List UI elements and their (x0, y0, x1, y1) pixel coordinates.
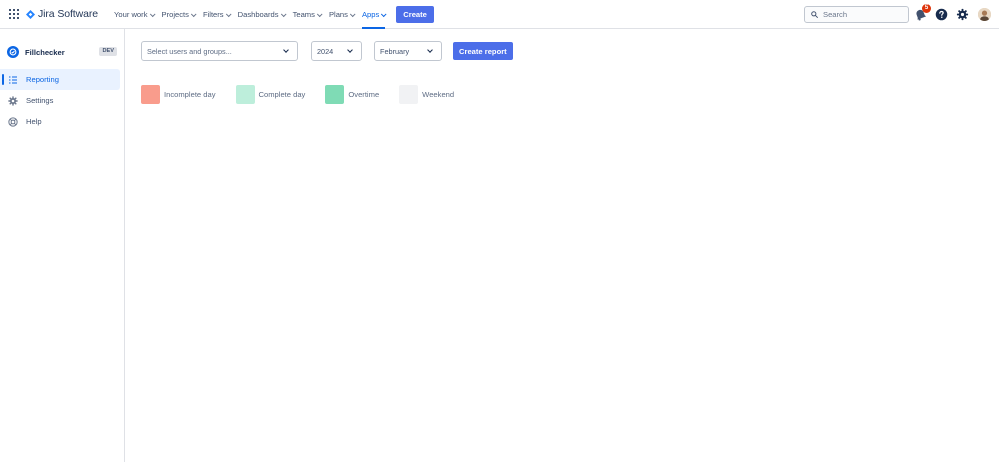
product-name: Jira Software (38, 8, 98, 20)
avatar[interactable] (978, 8, 991, 21)
month-value: February (380, 46, 410, 56)
nav-label: Projects (161, 10, 189, 19)
create-button[interactable]: Create (396, 6, 434, 23)
gear-icon (8, 95, 18, 106)
legend-item-weekend: Weekend (399, 85, 454, 104)
top-navigation: Jira Software Your work Projects Filters… (0, 0, 999, 29)
jira-logo-icon (26, 9, 35, 19)
create-report-button[interactable]: Create report (453, 42, 513, 60)
sidebar: Fillchecker DEV Reporting Settings Help (0, 29, 125, 462)
legend-swatch (325, 85, 345, 104)
legend-label: Overtime (348, 90, 380, 99)
help-icon[interactable] (935, 8, 948, 21)
nav-apps[interactable]: Apps (358, 0, 389, 29)
lifebuoy-icon (8, 116, 18, 127)
nav-label: Filters (202, 10, 224, 19)
legend-item-incomplete: Incomplete day (141, 85, 216, 104)
search-input[interactable] (823, 10, 903, 19)
legend-label: Weekend (422, 90, 455, 99)
chevron-down-icon (427, 47, 433, 53)
chevron-down-icon (149, 10, 156, 17)
sidebar-item-label: Help (26, 117, 42, 126)
jira-logo[interactable]: Jira Software (26, 7, 98, 21)
nav-plans[interactable]: Plans (325, 0, 358, 29)
legend-label: Complete day (258, 90, 306, 99)
project-header[interactable]: Fillchecker DEV (7, 45, 117, 59)
sidebar-item-label: Settings (26, 96, 54, 105)
chevron-down-icon (381, 10, 387, 17)
chevron-down-icon (316, 10, 323, 17)
legend-label: Incomplete day (164, 90, 216, 99)
sidebar-nav: Reporting Settings Help (0, 69, 124, 132)
project-check-icon (7, 46, 19, 58)
env-badge: DEV (99, 47, 117, 56)
sidebar-item-help[interactable]: Help (0, 111, 124, 132)
nav-label: Your work (114, 10, 148, 19)
legend-item-complete: Complete day (235, 85, 306, 104)
nav-projects[interactable]: Projects (158, 0, 199, 29)
nav-label: Plans (328, 10, 348, 19)
chevron-down-icon (280, 10, 287, 17)
month-select[interactable]: February (374, 41, 442, 61)
search-box[interactable] (804, 6, 909, 23)
sidebar-item-settings[interactable]: Settings (0, 90, 124, 111)
legend: Incomplete day Complete day Overtime Wee… (141, 85, 474, 104)
chevron-down-icon (190, 10, 197, 17)
chevron-down-icon (283, 47, 289, 53)
nav-your-work[interactable]: Your work (110, 0, 158, 29)
users-groups-select[interactable]: Select users and groups... (141, 41, 298, 61)
legend-swatch (399, 85, 419, 104)
list-icon (8, 75, 18, 85)
app-switcher-icon[interactable] (9, 9, 19, 19)
project-name: Fillchecker (25, 47, 65, 57)
users-groups-placeholder: Select users and groups... (147, 46, 232, 56)
chevron-down-icon (347, 47, 353, 53)
legend-swatch (235, 85, 255, 104)
nav-label: Apps (361, 10, 380, 19)
year-value: 2024 (317, 46, 334, 56)
nav-label: Dashboards (237, 10, 279, 19)
chevron-down-icon (349, 10, 356, 17)
notification-count-badge: 5 (922, 4, 931, 13)
sidebar-item-reporting[interactable]: Reporting (0, 69, 120, 90)
year-select[interactable]: 2024 (311, 41, 362, 61)
nav-filters[interactable]: Filters (199, 0, 234, 29)
nav-dashboards[interactable]: Dashboards (234, 0, 289, 29)
chevron-down-icon (225, 10, 232, 17)
legend-item-overtime: Overtime (325, 85, 379, 104)
search-icon (811, 11, 818, 18)
primary-nav: Your work Projects Filters Dashboards Te… (110, 0, 434, 29)
settings-icon[interactable] (956, 8, 969, 21)
sidebar-item-label: Reporting (26, 75, 59, 84)
nav-label: Teams (292, 10, 315, 19)
legend-swatch (141, 85, 160, 104)
nav-teams[interactable]: Teams (289, 0, 325, 29)
